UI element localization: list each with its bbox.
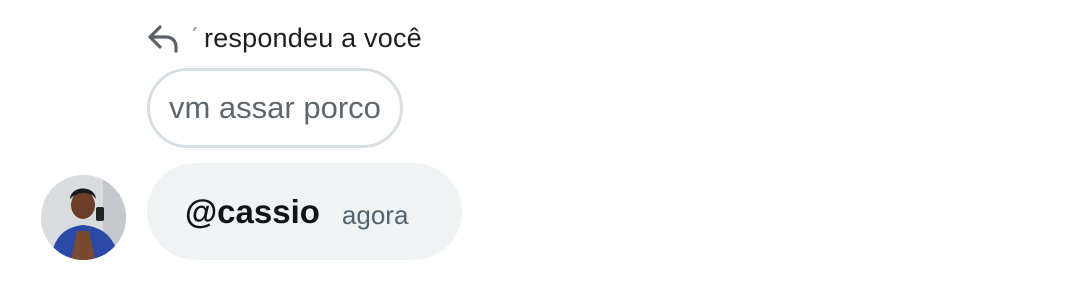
redacted-name: ˊ — [190, 22, 200, 53]
avatar[interactable] — [41, 175, 126, 260]
quoted-message-bubble[interactable]: vm assar porco — [147, 68, 403, 148]
reply-context: ˊ respondeu a você — [146, 18, 422, 58]
message-timestamp: agora — [341, 200, 409, 230]
sender-handle[interactable]: @cassio — [185, 193, 320, 231]
dm-reply-notification: ˊ respondeu a você vm assar porco @cassio… — [0, 0, 1080, 292]
user-avatar-icon — [41, 175, 126, 260]
reply-context-text: ˊ respondeu a você — [190, 22, 422, 53]
reply-arrow-icon — [146, 23, 180, 53]
quoted-message-text: vm assar porco — [169, 90, 381, 125]
message-bubble[interactable]: @cassio agora — [147, 163, 462, 260]
